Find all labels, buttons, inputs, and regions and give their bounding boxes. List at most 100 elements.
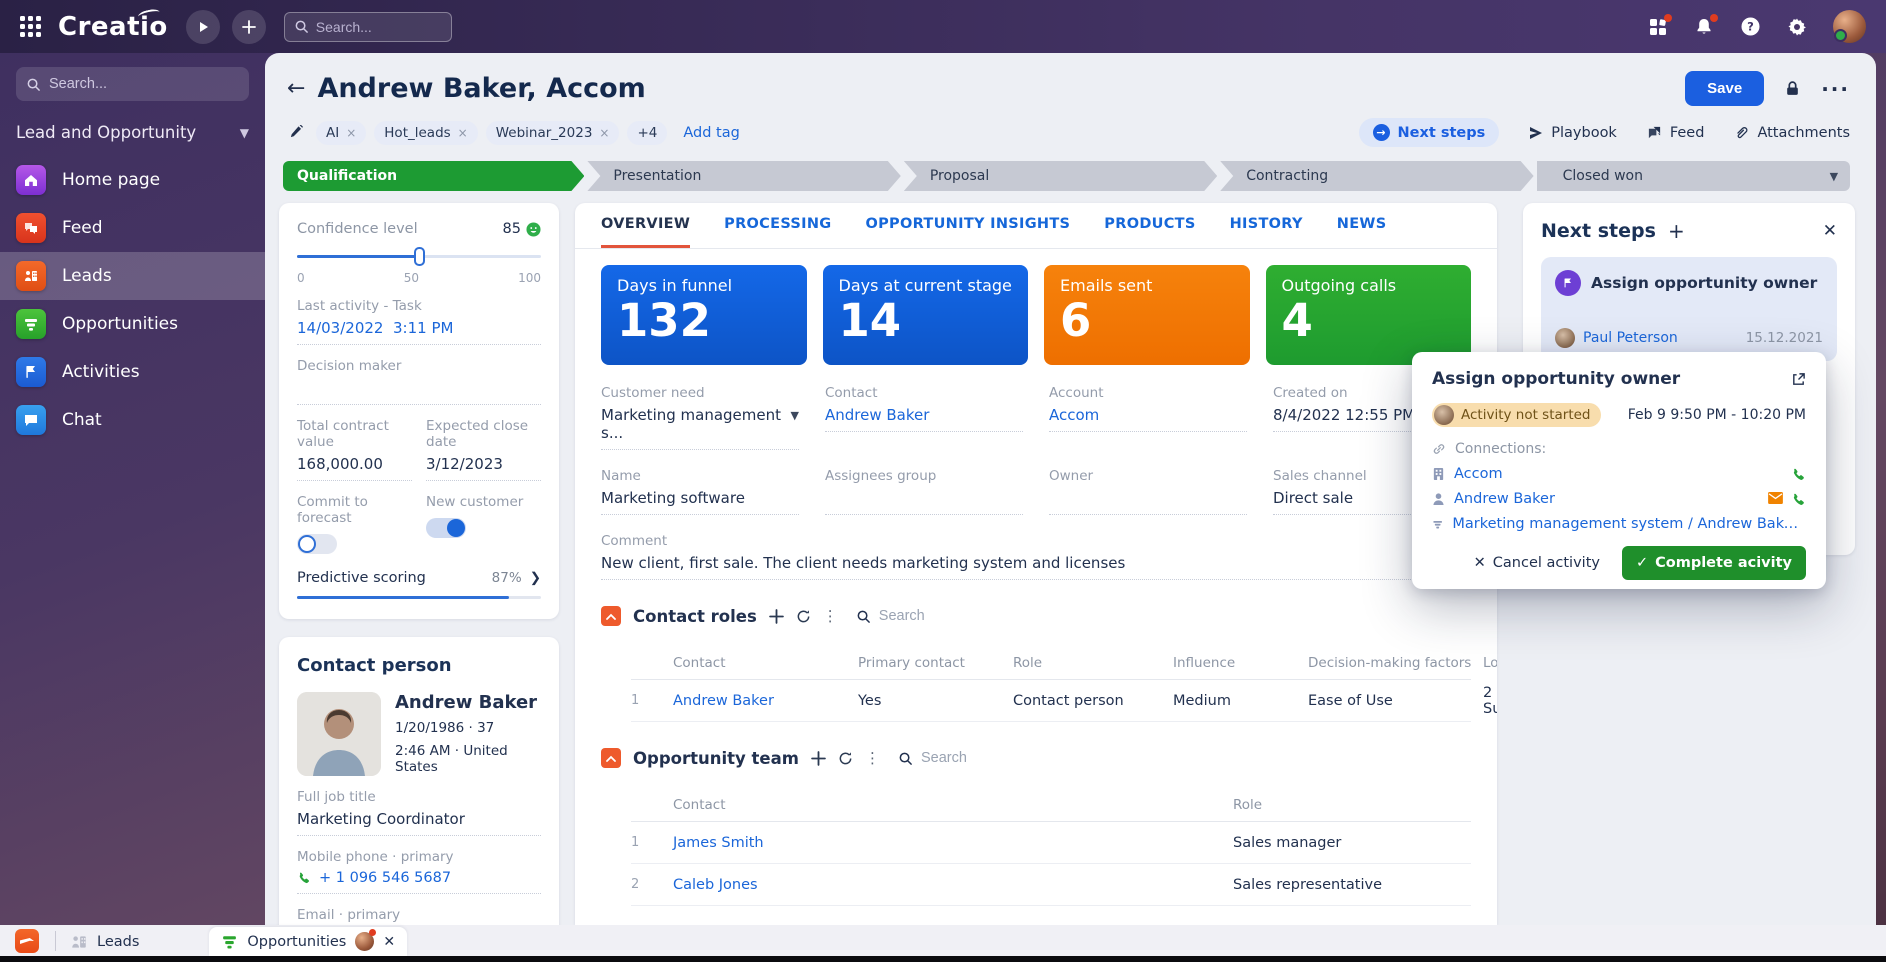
stage-proposal[interactable]: Proposal (904, 161, 1217, 191)
expected-close-date[interactable]: 3/12/2023 (426, 455, 541, 481)
account-link[interactable]: Accom (1049, 406, 1099, 424)
workspace-selector[interactable]: Lead and Opportunity ▼ (16, 123, 249, 142)
open-record-icon[interactable] (1791, 372, 1806, 387)
tab-news[interactable]: NEWS (1337, 203, 1387, 248)
save-button[interactable]: Save (1685, 71, 1764, 106)
tab-history[interactable]: HISTORY (1230, 203, 1303, 248)
sidebar-item-feed[interactable]: Feed (0, 204, 265, 252)
sidebar-item-chat[interactable]: Chat (0, 396, 265, 444)
close-tab-icon[interactable]: ✕ (383, 934, 395, 950)
notifications-bell-icon[interactable] (1694, 17, 1714, 37)
contact-link[interactable]: James Smith (673, 835, 1233, 851)
column-header[interactable]: Role (1233, 797, 1471, 813)
add-tag-link[interactable]: Add tag (683, 125, 739, 141)
sidebar-item-opportunities[interactable]: Opportunities (0, 300, 265, 348)
assignees-group-field[interactable] (825, 489, 1023, 515)
contact-name[interactable]: Andrew Baker (395, 692, 541, 713)
envelope-icon[interactable] (1768, 492, 1783, 504)
sidebar-item-leads[interactable]: Leads (0, 252, 265, 300)
edit-tags-icon[interactable] (289, 125, 304, 140)
section-search-input[interactable] (921, 750, 1031, 766)
tag-pill[interactable]: AI× (316, 121, 366, 145)
close-panel-icon[interactable]: ✕ (1823, 221, 1837, 241)
complete-activity-button[interactable]: ✓ Complete acivity (1622, 546, 1806, 580)
stage-qualification[interactable]: Qualification (283, 161, 584, 191)
lock-icon[interactable] (1784, 80, 1801, 97)
job-title-value[interactable]: Marketing Coordinator (297, 810, 541, 836)
contact-link[interactable]: Caleb Jones (673, 877, 1233, 893)
refresh-icon[interactable] (796, 609, 811, 624)
cancel-activity-button[interactable]: ✕ Cancel activity (1474, 555, 1600, 571)
stage-closed-won[interactable]: Closed won▼ (1537, 161, 1850, 191)
section-search-input[interactable] (879, 608, 989, 624)
connection-link[interactable]: Accom (1454, 466, 1503, 482)
more-actions-button[interactable]: ··· (1821, 77, 1850, 101)
connection-link[interactable]: Andrew Baker (1454, 491, 1555, 507)
last-activity-date[interactable]: 14/03/2022 (297, 319, 383, 337)
contact-link[interactable]: Andrew Baker (673, 693, 858, 709)
creatio-taskbar-icon[interactable] (15, 929, 39, 953)
slider-handle[interactable] (414, 247, 425, 266)
table-row[interactable]: 1 Andrew Baker Yes Contact person Medium… (631, 680, 1471, 722)
help-icon[interactable]: ? (1740, 16, 1761, 37)
column-header[interactable]: Role (1013, 655, 1173, 671)
run-process-button[interactable] (186, 10, 220, 44)
chevron-right-icon[interactable]: ❯ (530, 570, 541, 586)
table-row[interactable]: 2 Caleb Jones Sales representative (631, 864, 1471, 906)
tab-processing[interactable]: PROCESSING (724, 203, 831, 248)
column-header[interactable]: Contact (673, 797, 1233, 813)
tag-pill[interactable]: Webinar_2023× (486, 121, 620, 145)
section-search[interactable] (856, 608, 989, 624)
phone-icon[interactable] (1791, 492, 1806, 507)
table-row[interactable]: 1 James Smith Sales manager (631, 822, 1471, 864)
back-button[interactable]: ← (287, 76, 305, 101)
predictive-scoring-row[interactable]: Predictive scoring 87%❯ (297, 570, 541, 586)
contact-link[interactable]: Andrew Baker (825, 406, 929, 424)
column-header[interactable]: Primary contact (858, 655, 1013, 671)
marketplace-apps-icon[interactable] (1648, 17, 1668, 37)
total-contract-value[interactable]: 168,000.00 (297, 455, 412, 481)
phone-icon[interactable] (1791, 467, 1806, 482)
column-header[interactable]: Loyalty (1483, 655, 1497, 671)
new-customer-toggle[interactable] (426, 518, 466, 538)
add-step-icon[interactable]: + (1668, 219, 1685, 243)
commit-to-forecast-toggle[interactable] (297, 534, 337, 554)
collapse-section-icon[interactable] (601, 748, 621, 768)
owner-link[interactable]: Paul Peterson (1583, 330, 1678, 346)
sidebar-item-home[interactable]: Home page (0, 156, 265, 204)
stage-presentation[interactable]: Presentation (587, 161, 900, 191)
sidebar-item-activities[interactable]: Activities (0, 348, 265, 396)
contact-photo[interactable] (297, 692, 381, 776)
decision-maker-field[interactable] (297, 379, 541, 405)
customer-need-select[interactable]: ▼Marketing management s... (601, 406, 799, 450)
collapse-section-icon[interactable] (601, 606, 621, 626)
remove-tag-icon[interactable]: × (458, 126, 468, 140)
tag-pill[interactable]: Hot_leads× (374, 121, 477, 145)
kebab-menu-icon[interactable]: ⋮ (823, 607, 838, 625)
mobile-phone-value[interactable]: + 1 096 546 5687 (319, 870, 451, 886)
taskbar-item-leads[interactable]: Leads (70, 933, 139, 951)
owner-field[interactable] (1049, 489, 1247, 515)
next-steps-toggle[interactable]: → Next steps (1359, 118, 1500, 147)
remove-tag-icon[interactable]: × (599, 126, 609, 140)
user-avatar[interactable] (1833, 10, 1866, 43)
settings-gear-icon[interactable] (1787, 17, 1807, 37)
attachments-button[interactable]: Attachments (1734, 125, 1850, 141)
section-search[interactable] (898, 750, 1031, 766)
app-launcher-icon[interactable] (20, 16, 42, 38)
sidebar-search[interactable] (16, 67, 249, 101)
kebab-menu-icon[interactable]: ⋮ (865, 749, 880, 767)
more-tags-pill[interactable]: +4 (627, 121, 667, 145)
tab-overview[interactable]: OVERVIEW (601, 203, 690, 248)
column-header[interactable]: Contact (673, 655, 858, 671)
name-value[interactable]: Marketing software (601, 489, 799, 515)
add-row-icon[interactable] (811, 751, 826, 766)
global-search-input[interactable] (316, 19, 436, 35)
refresh-icon[interactable] (838, 751, 853, 766)
chevron-down-icon[interactable]: ▼ (1830, 170, 1838, 183)
taskbar-tab-opportunities[interactable]: Opportunities ✕ (209, 927, 407, 956)
confidence-slider[interactable] (297, 247, 541, 265)
global-search[interactable] (284, 12, 452, 42)
remove-tag-icon[interactable]: × (346, 126, 356, 140)
column-header[interactable]: Influence (1173, 655, 1308, 671)
